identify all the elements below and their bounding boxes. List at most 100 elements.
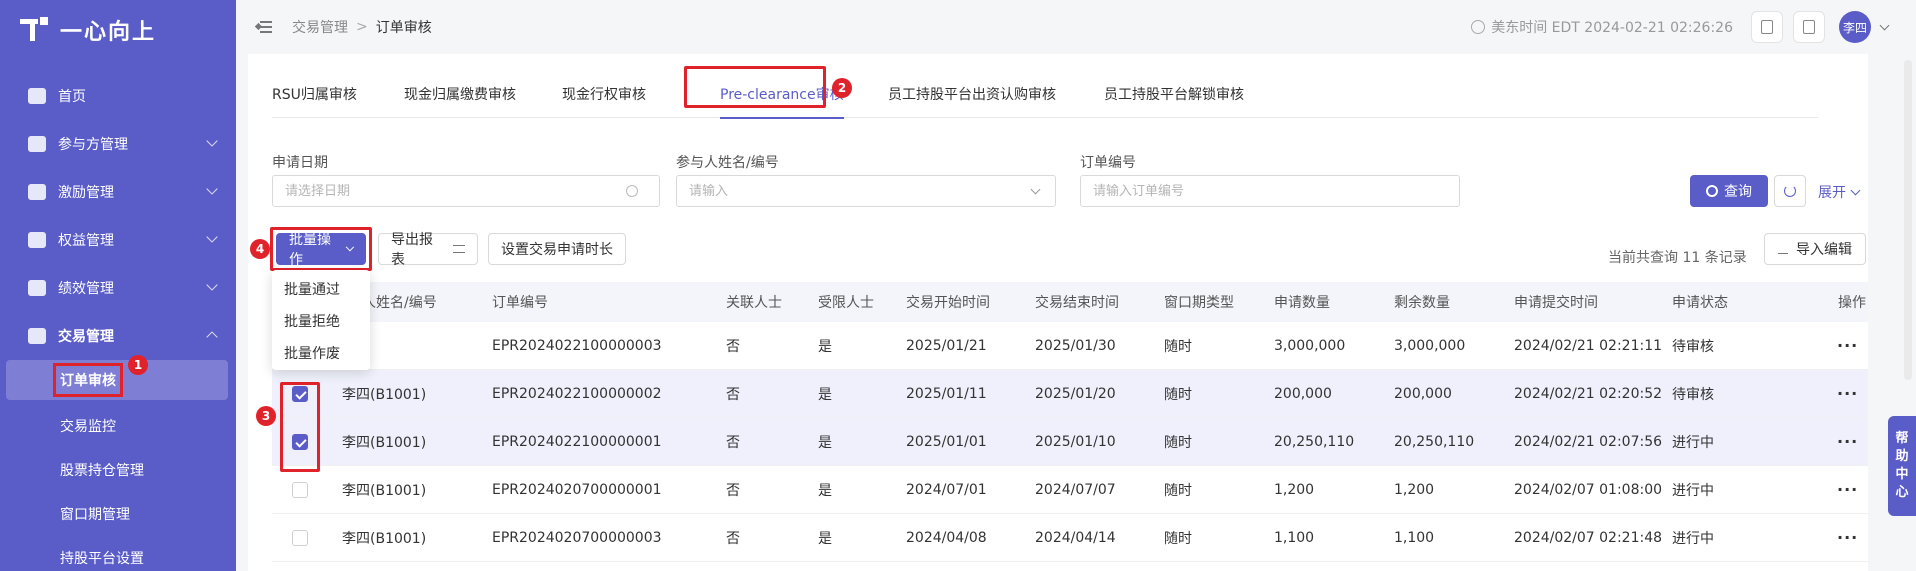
row-checkbox[interactable]: [292, 481, 308, 498]
expand-toggle[interactable]: 展开: [1818, 182, 1861, 202]
import-edit-button[interactable]: 导入编辑: [1764, 233, 1866, 265]
cell-end: 2024/07/07: [1035, 481, 1116, 498]
column-header: 交易结束时间: [1035, 295, 1119, 311]
query-button[interactable]: 查询: [1690, 175, 1768, 207]
sidebar-item-label: 权益管理: [58, 233, 114, 249]
cell-remain: 3,000,000: [1394, 337, 1466, 354]
sidebar-subitem-window-period[interactable]: 窗口期管理: [0, 492, 236, 536]
breadcrumb: 交易管理 > 订单审核: [292, 17, 432, 37]
sidebar-item-performance[interactable]: 绩效管理: [0, 264, 236, 312]
cell-status: 待审核: [1672, 338, 1714, 355]
sidebar-item-equity[interactable]: 权益管理: [0, 216, 236, 264]
current-time: 美东时间 EDT 2024-02-21 02:26:26: [1491, 20, 1733, 36]
participant-select[interactable]: [676, 175, 1056, 207]
more-actions-icon[interactable]: ···: [1837, 480, 1858, 499]
more-actions-icon[interactable]: ···: [1837, 432, 1858, 451]
more-actions-icon[interactable]: ···: [1837, 528, 1858, 547]
cell-status: 进行中: [1672, 530, 1714, 547]
cell-name: 李四(B1001): [342, 434, 427, 451]
help-char: 中: [1895, 467, 1909, 482]
tab-espp-unlock[interactable]: 员工持股平台解锁审核: [1104, 70, 1244, 118]
chevron-down-icon: [206, 183, 218, 195]
reset-button[interactable]: [1774, 175, 1806, 207]
shirt-button[interactable]: [1793, 11, 1825, 43]
import-edit-label: 导入编辑: [1796, 242, 1852, 258]
sidebar-subitem-label: 持股平台设置: [60, 551, 144, 567]
search-icon: [1706, 185, 1718, 197]
cell-restricted: 是: [818, 530, 832, 547]
column-header: 申请状态: [1672, 295, 1728, 311]
sidebar-subitem-platform-settings[interactable]: 持股平台设置: [0, 536, 236, 571]
avatar[interactable]: 李四: [1839, 11, 1871, 43]
chevron-down-icon: [206, 231, 218, 243]
table-row[interactable]: 李四(B1001) EPR2024020700000003 否 是 2024/04/08…: [272, 514, 1868, 562]
more-actions-icon[interactable]: ···: [1837, 384, 1858, 403]
order-number-label: 订单编号: [1080, 155, 1136, 171]
cell-related: 否: [726, 338, 740, 355]
cell-submit: 2024/02/07 01:08:00: [1514, 481, 1663, 498]
cell-end: 2025/01/20: [1035, 385, 1116, 402]
sidebar-item-participants[interactable]: 参与方管理: [0, 120, 236, 168]
home-icon: [28, 88, 46, 104]
cell-window: 随时: [1164, 338, 1192, 355]
cell-qty: 3,000,000: [1274, 337, 1346, 354]
set-duration-button[interactable]: 设置交易申请时长: [488, 233, 626, 265]
cell-restricted: 是: [818, 434, 832, 451]
cell-window: 随时: [1164, 530, 1192, 547]
date-picker[interactable]: [272, 175, 660, 207]
cell-submit: 2024/02/07 02:21:48: [1514, 529, 1663, 546]
breadcrumb-separator: >: [356, 19, 368, 35]
table-row[interactable]: 李四(B1001) EPR2024020700000001 否 是 2024/07/01…: [272, 466, 1868, 514]
cell-qty: 1,100: [1274, 529, 1315, 546]
more-actions-icon[interactable]: ···: [1837, 336, 1858, 355]
cell-order: EPR2024020700000003: [492, 529, 662, 546]
date-label: 申请日期: [272, 155, 328, 171]
column-header: 受限人士: [818, 295, 874, 311]
tab-espp-subscription[interactable]: 员工持股平台出资认购审核: [888, 70, 1056, 118]
export-report-button[interactable]: 导出报表: [378, 232, 478, 268]
column-header: 人姓名/编号: [362, 295, 437, 311]
sidebar-item-trading[interactable]: 交易管理: [0, 312, 236, 360]
order-number-input[interactable]: [1080, 175, 1460, 207]
help-center-button[interactable]: 帮 助 中 心: [1888, 416, 1916, 516]
cell-start: 2024/04/08: [906, 529, 987, 546]
cell-end: 2024/04/14: [1035, 529, 1116, 546]
sidebar-subitem-label: 窗口期管理: [60, 507, 130, 523]
sidebar-item-home[interactable]: 首页: [0, 72, 236, 120]
menu-item-batch-approve[interactable]: 批量通过: [272, 274, 370, 306]
sidebar-subitem-label: 股票持仓管理: [60, 463, 144, 479]
tab-cash-vesting-payment[interactable]: 现金归属缴费审核: [404, 70, 516, 118]
tab-rsu-vesting[interactable]: RSU归属审核: [272, 70, 357, 118]
sidebar-subitem-trade-monitor[interactable]: 交易监控: [0, 404, 236, 448]
table-body: EPR2024022100000003 否是 2025/01/21 2025/01/3…: [272, 322, 1868, 562]
swap-icon: [453, 245, 465, 253]
logo[interactable]: 一心向上: [0, 0, 236, 60]
collapse-menu-icon[interactable]: [254, 21, 272, 33]
column-header: 申请数量: [1274, 295, 1330, 311]
table-row[interactable]: 李四(B1001) EPR2024022100000001 否 是 2025/01/01…: [272, 418, 1868, 466]
clock-icon: [626, 185, 638, 197]
tab-cash-exercise[interactable]: 现金行权审核: [562, 70, 646, 118]
table-row[interactable]: 李四(B1001) EPR2024022100000002 否 是 2025/01/11…: [272, 370, 1868, 418]
cell-related: 否: [726, 530, 740, 547]
table-header: 人姓名/编号 订单编号 关联人士 受限人士 交易开始时间 交易结束时间 窗口期类…: [272, 282, 1868, 322]
table-row[interactable]: EPR2024022100000003 否 是 2025/01/21 2025/01/3…: [272, 322, 1868, 370]
expand-label: 展开: [1818, 185, 1846, 201]
cell-submit: 2024/02/21 02:21:11: [1514, 337, 1663, 354]
menu-item-batch-void[interactable]: 批量作废: [272, 338, 370, 370]
chevron-down-icon: [1850, 185, 1861, 195]
breadcrumb-item[interactable]: 交易管理: [292, 17, 348, 37]
cell-remain: 1,100: [1394, 529, 1435, 546]
menu-item-batch-reject[interactable]: 批量拒绝: [272, 306, 370, 338]
shirt-icon: [1803, 20, 1815, 34]
row-checkbox[interactable]: [292, 529, 308, 546]
sidebar-subitem-order-review[interactable]: 订单审核: [6, 360, 228, 400]
chevron-down-icon: [206, 279, 218, 291]
column-header: 窗口期类型: [1164, 295, 1234, 311]
chevron-down-icon[interactable]: [1879, 20, 1890, 30]
sidebar-item-incentive[interactable]: 激励管理: [0, 168, 236, 216]
sidebar: 一心向上 首页 参与方管理 激励管理 权益管理 绩效管理 交易管理 订单审核 交…: [0, 0, 236, 571]
sidebar-subitem-holdings[interactable]: 股票持仓管理: [0, 448, 236, 492]
clipboard-button[interactable]: [1751, 11, 1783, 43]
scrollbar[interactable]: [1904, 60, 1912, 380]
